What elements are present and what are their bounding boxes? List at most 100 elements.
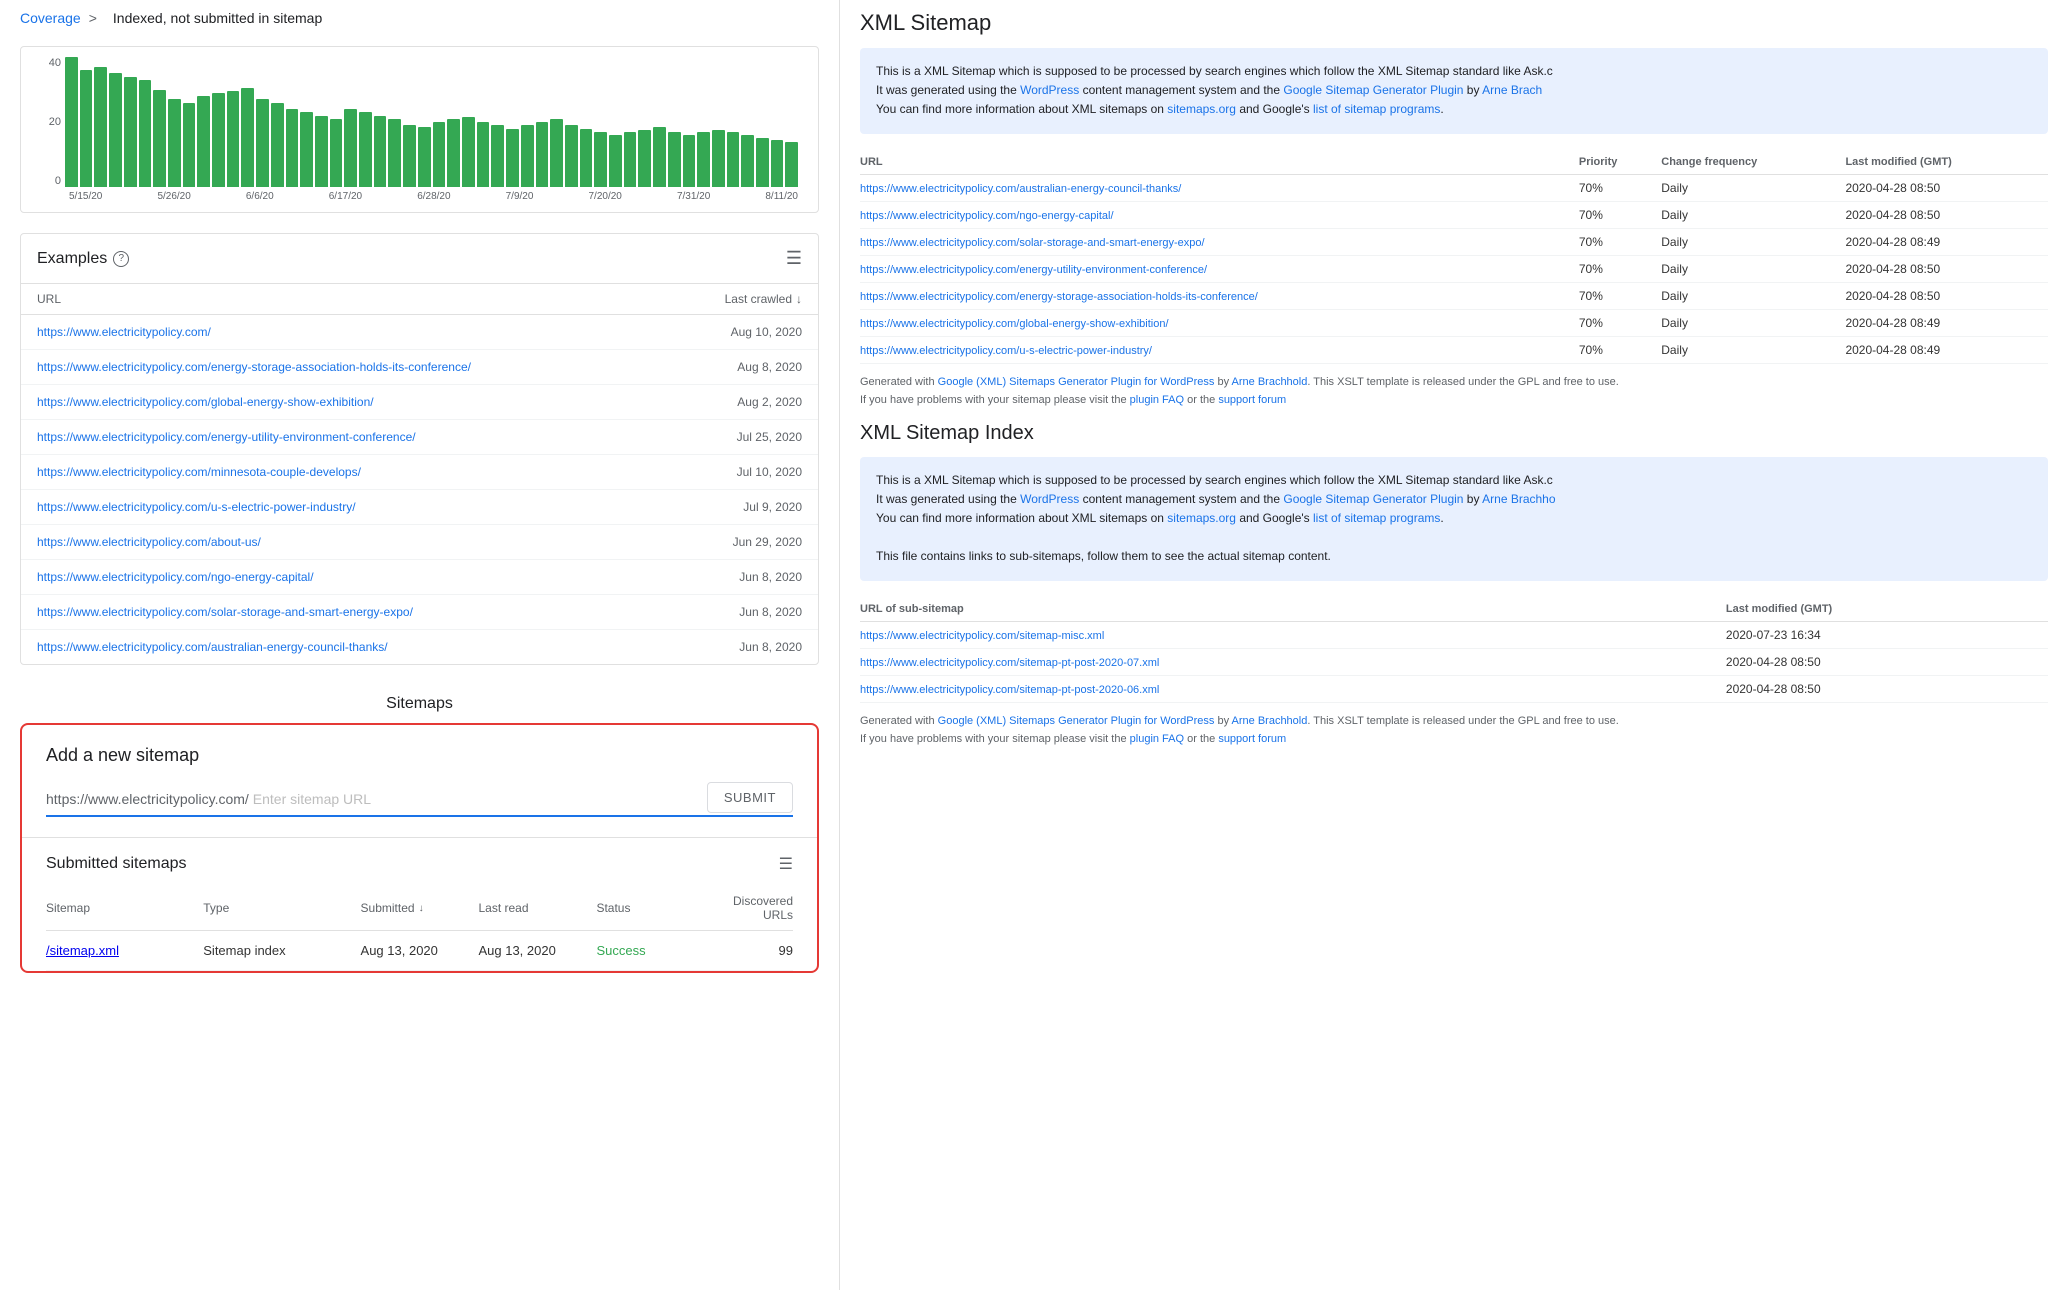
type-cell: Sitemap index <box>203 943 360 958</box>
plugin-link[interactable]: Google Sitemap Generator Plugin <box>1283 83 1463 97</box>
url-row: https://www.electricitypolicy.com/ngo-en… <box>21 560 818 595</box>
col-discovered-header: Discovered URLs <box>714 894 793 922</box>
xml-priority-cell: 70% <box>1579 255 1661 282</box>
url-link[interactable]: https://www.electricitypolicy.com/ <box>37 325 211 339</box>
url-link[interactable]: https://www.electricitypolicy.com/energy… <box>37 430 416 444</box>
add-sitemap-title: Add a new sitemap <box>46 745 793 766</box>
url-link[interactable]: https://www.electricitypolicy.com/minnes… <box>37 465 361 479</box>
xml-arne-link[interactable]: Arne Brachhold <box>1232 376 1308 388</box>
examples-filter-icon[interactable]: ☰ <box>786 248 802 269</box>
y-label-0: 0 <box>41 175 61 187</box>
url-link[interactable]: https://www.electricitypolicy.com/ngo-en… <box>37 570 314 584</box>
breadcrumb-parent[interactable]: Coverage <box>20 10 81 26</box>
xml-priority-cell: 70% <box>1579 228 1661 255</box>
arne-link[interactable]: Arne Brach <box>1482 83 1542 97</box>
xml-url-link[interactable]: https://www.electricitypolicy.com/energy… <box>860 264 1207 276</box>
examples-info-icon[interactable]: ? <box>113 251 129 267</box>
xml-url-link[interactable]: https://www.electricitypolicy.com/ngo-en… <box>860 210 1114 222</box>
submitted-rows: /sitemap.xml Sitemap index Aug 13, 2020 … <box>46 931 793 971</box>
sitemap-prefix: https://www.electricitypolicy.com/ <box>46 791 249 807</box>
xml-change-freq-cell: Daily <box>1661 336 1845 363</box>
status-cell: Success <box>596 943 714 958</box>
chart-x-label: 7/9/20 <box>506 191 534 202</box>
sub-modified-cell: 2020-04-28 08:50 <box>1726 648 2048 675</box>
last-crawled-col-header: Last crawled <box>725 292 792 306</box>
xi-problem-text: If you have problems with your sitemap p… <box>860 733 2048 745</box>
chart-bar <box>286 109 299 187</box>
url-link[interactable]: https://www.electricitypolicy.com/austra… <box>37 640 388 654</box>
chart-bar <box>565 125 578 187</box>
chart-bar <box>168 99 181 187</box>
right-panel: XML Sitemap This is a XML Sitemap which … <box>840 0 2068 1290</box>
chart-bar <box>683 135 696 187</box>
sitemaps-org-link[interactable]: sitemaps.org <box>1167 102 1236 116</box>
url-date: Aug 10, 2020 <box>731 325 802 339</box>
url-rows: https://www.electricitypolicy.com/Aug 10… <box>21 315 818 664</box>
chart-bar <box>638 130 651 187</box>
submitted-sitemaps: Submitted sitemaps ☰ Sitemap Type Submit… <box>46 838 793 971</box>
url-row: https://www.electricitypolicy.com/energy… <box>21 420 818 455</box>
chart-bar <box>418 127 431 187</box>
sub-col-url: URL of sub-sitemap <box>860 597 1726 622</box>
xml-last-modified-cell: 2020-04-28 08:50 <box>1845 201 2048 228</box>
submit-sitemap-button[interactable]: SUBMIT <box>707 782 793 813</box>
chart-bar <box>315 116 328 188</box>
xml-plugin-faq-link[interactable]: plugin FAQ <box>1130 394 1184 406</box>
chart-bar <box>447 119 460 187</box>
xi-plugin-link[interactable]: Google Sitemap Generator Plugin <box>1283 492 1463 506</box>
submitted-filter-icon[interactable]: ☰ <box>779 854 793 874</box>
url-link[interactable]: https://www.electricitypolicy.com/u-s-el… <box>37 500 356 514</box>
xml-last-modified-cell: 2020-04-28 08:50 <box>1845 255 2048 282</box>
xml-url-link[interactable]: https://www.electricitypolicy.com/solar-… <box>860 237 1205 249</box>
list-link[interactable]: list of sitemap programs <box>1313 102 1440 116</box>
chart-x-labels: 5/15/205/26/206/6/206/17/206/28/207/9/20… <box>41 191 798 202</box>
chart-bar <box>506 129 519 188</box>
xi-support-forum-link[interactable]: support forum <box>1218 733 1286 745</box>
xml-col-priority: Priority <box>1579 150 1661 175</box>
y-label-20: 20 <box>41 116 61 128</box>
xml-url-cell: https://www.electricitypolicy.com/global… <box>860 309 1579 336</box>
xi-list-link[interactable]: list of sitemap programs <box>1313 511 1440 525</box>
sitemap-url-input[interactable] <box>249 787 691 811</box>
xml-table-row: https://www.electricitypolicy.com/solar-… <box>860 228 2048 255</box>
xml-last-modified-cell: 2020-04-28 08:50 <box>1845 282 2048 309</box>
xml-url-link[interactable]: https://www.electricitypolicy.com/u-s-el… <box>860 345 1152 357</box>
xi-wordpress-link[interactable]: WordPress <box>1020 492 1079 506</box>
submitted-table-header: Sitemap Type Submitted ↓ Last read Statu… <box>46 886 793 931</box>
xml-priority-cell: 70% <box>1579 201 1661 228</box>
xml-support-forum-link[interactable]: support forum <box>1218 394 1286 406</box>
url-link[interactable]: https://www.electricitypolicy.com/energy… <box>37 360 471 374</box>
url-link[interactable]: https://www.electricitypolicy.com/global… <box>37 395 374 409</box>
xml-url-link[interactable]: https://www.electricitypolicy.com/global… <box>860 318 1169 330</box>
xi-arne-link2[interactable]: Arne Brachhold <box>1232 715 1308 727</box>
sub-modified-cell: 2020-04-28 08:50 <box>1726 675 2048 702</box>
xml-url-link[interactable]: https://www.electricitypolicy.com/austra… <box>860 183 1181 195</box>
xml-generated-link[interactable]: Google (XML) Sitemaps Generator Plugin f… <box>938 376 1215 388</box>
chart-bar <box>241 88 254 187</box>
chart-x-label: 5/15/20 <box>69 191 102 202</box>
examples-section: Examples ? ☰ URL Last crawled ↓ https://… <box>20 233 819 665</box>
url-link[interactable]: https://www.electricitypolicy.com/solar-… <box>37 605 413 619</box>
xml-change-freq-cell: Daily <box>1661 309 1845 336</box>
sub-url-link[interactable]: https://www.electricitypolicy.com/sitema… <box>860 684 1159 696</box>
xi-arne-link[interactable]: Arne Brachho <box>1482 492 1555 506</box>
xml-change-freq-cell: Daily <box>1661 255 1845 282</box>
xi-sitemaps-link[interactable]: sitemaps.org <box>1167 511 1236 525</box>
chart-bar <box>212 93 225 187</box>
url-date: Jun 8, 2020 <box>739 605 802 619</box>
xi-generated-link[interactable]: Google (XML) Sitemaps Generator Plugin f… <box>938 715 1215 727</box>
xi-plugin-faq-link[interactable]: plugin FAQ <box>1130 733 1184 745</box>
xml-change-freq-cell: Daily <box>1661 174 1845 201</box>
wordpress-link[interactable]: WordPress <box>1020 83 1079 97</box>
url-date: Jun 8, 2020 <box>739 570 802 584</box>
sub-url-link[interactable]: https://www.electricitypolicy.com/sitema… <box>860 657 1159 669</box>
sitemap-link[interactable]: /sitemap.xml <box>46 943 119 958</box>
breadcrumb-current: Indexed, not submitted in sitemap <box>113 10 322 26</box>
url-row: https://www.electricitypolicy.com/energy… <box>21 350 818 385</box>
sub-sitemap-body: https://www.electricitypolicy.com/sitema… <box>860 621 2048 702</box>
chart-bar <box>80 70 93 187</box>
chart-x-label: 7/20/20 <box>589 191 622 202</box>
sub-url-link[interactable]: https://www.electricitypolicy.com/sitema… <box>860 630 1104 642</box>
xml-url-link[interactable]: https://www.electricitypolicy.com/energy… <box>860 291 1258 303</box>
url-link[interactable]: https://www.electricitypolicy.com/about-… <box>37 535 261 549</box>
